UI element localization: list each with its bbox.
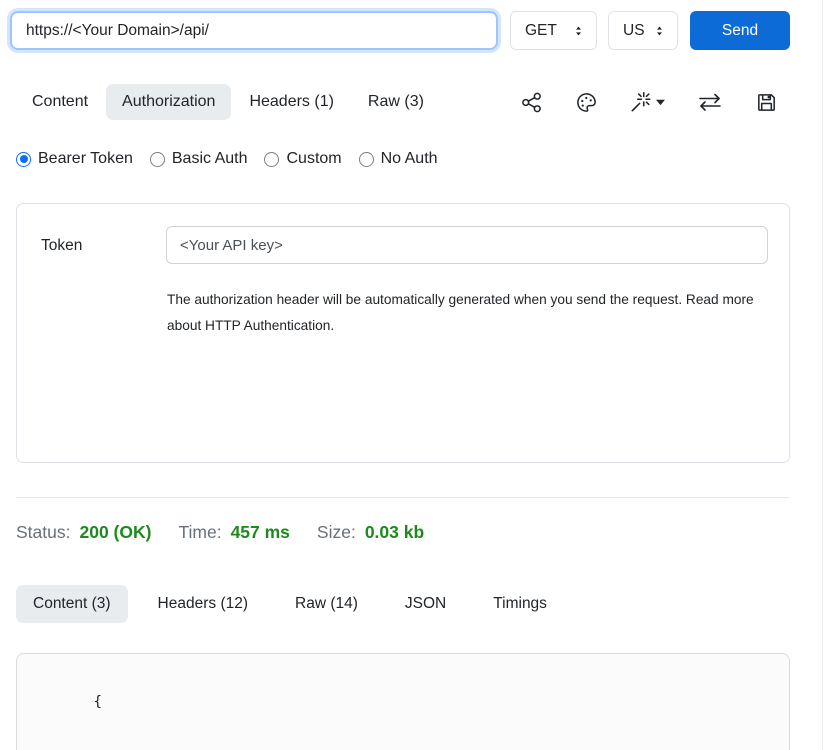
method-select[interactable]: GET: [510, 11, 597, 50]
radio-icon: [264, 152, 279, 167]
radio-basic-auth[interactable]: Basic Auth: [150, 150, 248, 168]
share-icon[interactable]: [520, 91, 543, 114]
radio-custom[interactable]: Custom: [264, 150, 341, 168]
tab-response-json[interactable]: JSON: [388, 585, 463, 623]
tab-response-timings[interactable]: Timings: [476, 585, 564, 623]
radio-bearer-token[interactable]: Bearer Token: [16, 150, 133, 168]
tab-raw[interactable]: Raw (3): [352, 84, 440, 120]
size-value: 0.03 kb: [365, 522, 424, 543]
save-icon[interactable]: [755, 91, 778, 114]
auth-panel: Token The authorization header will be a…: [16, 203, 790, 463]
section-divider: [16, 497, 790, 498]
radio-icon: [150, 152, 165, 167]
select-spinner-icon: [653, 24, 666, 38]
request-tabs: Content Authorization Headers (1) Raw (3…: [16, 84, 442, 120]
size-label: Size:: [317, 522, 356, 543]
region-select[interactable]: US: [608, 11, 678, 50]
response-summary: Status: 200 (OK) Time: 457 ms Size: 0.03…: [16, 522, 451, 543]
palette-icon[interactable]: [575, 91, 598, 114]
code-line: {: [41, 665, 789, 740]
code-line: "message": "API running.": [41, 740, 789, 750]
time-value: 457 ms: [231, 522, 290, 543]
swap-arrows-icon[interactable]: [697, 91, 723, 113]
method-select-value: GET: [525, 22, 557, 40]
auth-type-options: Bearer Token Basic Auth Custom No Auth: [16, 150, 455, 168]
tab-response-headers[interactable]: Headers (12): [141, 585, 265, 623]
response-tabs: Content (3) Headers (12) Raw (14) JSON T…: [16, 585, 577, 623]
radio-no-auth[interactable]: No Auth: [359, 150, 438, 168]
status-value: 200 (OK): [79, 522, 151, 543]
token-label: Token: [41, 237, 82, 255]
url-input[interactable]: [10, 11, 498, 50]
status-label: Status:: [16, 522, 70, 543]
send-button[interactable]: Send: [690, 11, 790, 50]
tab-response-content[interactable]: Content (3): [16, 585, 128, 623]
token-input[interactable]: [166, 226, 768, 264]
page-right-border: [822, 0, 823, 750]
auth-helper-text: The authorization header will be automat…: [167, 287, 765, 338]
tab-headers[interactable]: Headers (1): [233, 84, 349, 120]
magic-wand-icon[interactable]: [630, 91, 665, 113]
time-label: Time:: [178, 522, 221, 543]
chevron-down-icon: [656, 98, 665, 106]
tab-authorization[interactable]: Authorization: [106, 84, 231, 120]
response-body: { "message": "API running." }: [16, 653, 790, 750]
api-client-page: GET US Send Content Authorization Header…: [0, 0, 837, 750]
select-spinner-icon: [572, 24, 585, 38]
radio-icon: [359, 152, 374, 167]
tab-content[interactable]: Content: [16, 84, 104, 120]
tab-response-raw[interactable]: Raw (14): [278, 585, 375, 623]
request-toolbar: [520, 88, 778, 116]
radio-selected-icon: [16, 152, 31, 167]
region-select-value: US: [623, 22, 645, 40]
